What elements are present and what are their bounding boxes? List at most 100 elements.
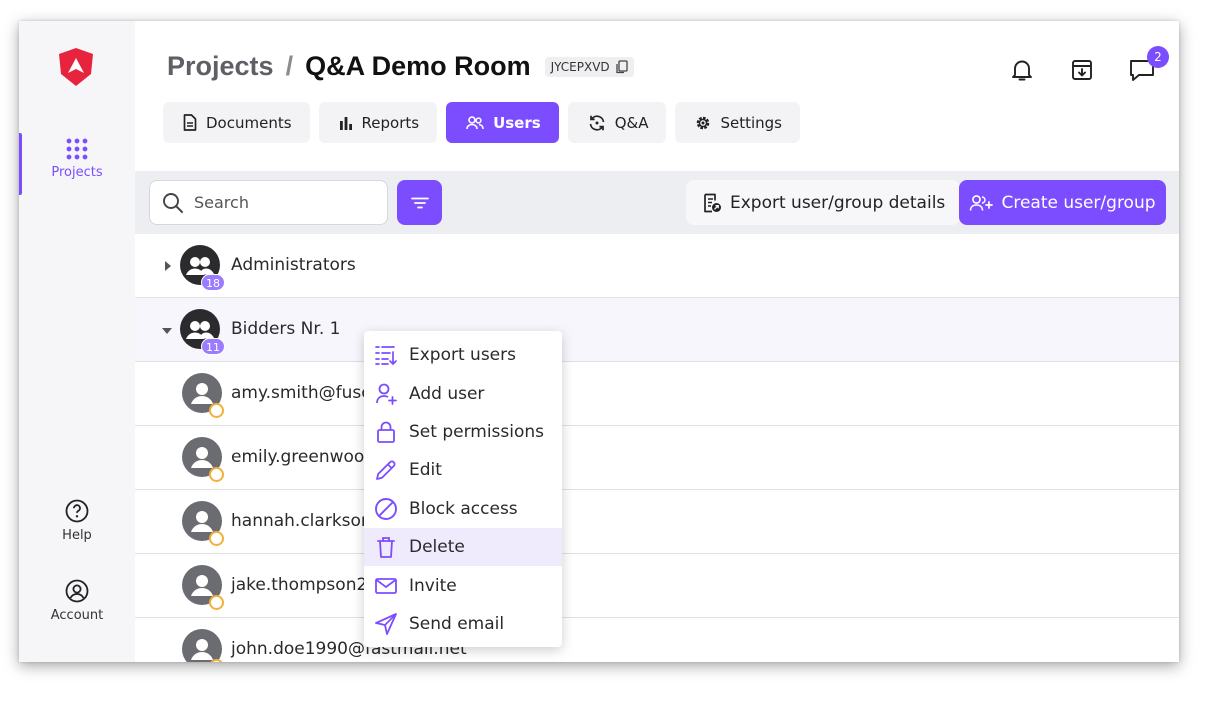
tab-users-label: Users — [493, 113, 541, 132]
export-details-label: Export user/group details — [730, 192, 946, 213]
menu-send-email[interactable]: Send email — [364, 605, 562, 643]
menu-edit-label: Edit — [409, 460, 442, 481]
user-row[interactable]: amy.smith@fuse — [135, 362, 1179, 426]
menu-add-user[interactable]: Add user — [364, 374, 562, 412]
breadcrumb-separator: / — [285, 51, 294, 81]
document-icon — [183, 114, 197, 131]
add-user-icon — [376, 383, 397, 405]
pending-status-dot — [209, 403, 224, 418]
menu-invite[interactable]: Invite — [364, 566, 562, 604]
member-count-badge: 18 — [201, 274, 225, 291]
export-list-icon — [375, 346, 397, 366]
rail-item-account[interactable]: Account — [19, 579, 135, 623]
tab-documents[interactable]: Documents — [163, 102, 310, 143]
archive-download-icon — [1072, 60, 1092, 80]
user-email: emily.greenwood — [231, 447, 376, 467]
rail-item-help[interactable]: Help — [19, 499, 135, 543]
group-row[interactable]: 11 Bidders Nr. 1 — [135, 298, 1179, 362]
menu-edit[interactable]: Edit — [364, 451, 562, 489]
search-input[interactable] — [194, 193, 364, 212]
user-email: jake.thompson20 — [231, 575, 379, 595]
pencil-icon — [376, 460, 396, 481]
tab-bar: Documents Reports Users Q&A Settings — [163, 102, 800, 143]
user-row[interactable]: emily.greenwood — [135, 426, 1179, 490]
rail-item-projects[interactable]: Projects — [19, 133, 135, 195]
pending-status-dot — [209, 467, 224, 482]
left-rail: Projects Help Account — [19, 21, 135, 662]
menu-add-user-label: Add user — [409, 383, 485, 404]
member-count-badge: 11 — [201, 338, 225, 355]
bar-chart-icon — [339, 116, 352, 130]
export-document-icon — [704, 193, 721, 212]
export-details-button[interactable]: Export user/group details — [686, 180, 961, 225]
account-icon — [65, 579, 89, 603]
users-icon — [466, 115, 484, 129]
tab-documents-label: Documents — [206, 113, 292, 132]
brand-logo[interactable] — [56, 46, 96, 88]
copy-icon[interactable] — [615, 59, 628, 74]
caret-down-icon[interactable] — [162, 327, 172, 335]
pending-status-dot — [209, 531, 224, 546]
block-icon — [375, 497, 397, 520]
users-list: 18 Administrators 11 Bidders Nr. 1 amy.s… — [135, 234, 1179, 662]
user-avatar — [182, 629, 222, 662]
group-row[interactable]: 18 Administrators — [135, 234, 1179, 298]
active-indicator — [19, 133, 22, 195]
search-icon — [163, 192, 183, 213]
create-user-group-button[interactable]: Create user/group — [959, 180, 1166, 225]
menu-set-permissions[interactable]: Set permissions — [364, 413, 562, 451]
rail-help-label: Help — [62, 528, 92, 543]
grid-dots-icon — [66, 138, 88, 160]
messages-button[interactable]: 2 — [1127, 46, 1169, 85]
notifications-button[interactable] — [1007, 55, 1037, 85]
tab-qa-label: Q&A — [614, 113, 649, 132]
header-actions: 2 — [1007, 46, 1169, 85]
menu-export-users[interactable]: Export users — [364, 336, 562, 374]
filter-button[interactable] — [397, 180, 442, 225]
group-context-menu: Export users Add user Set permissions Ed… — [364, 331, 562, 647]
menu-delete-label: Delete — [409, 537, 465, 558]
user-email: hannah.clarksone — [231, 511, 383, 531]
gear-icon — [697, 116, 710, 129]
downloads-button[interactable] — [1067, 55, 1097, 85]
lock-icon — [377, 421, 395, 443]
mail-icon — [375, 577, 397, 594]
room-code-text: JYCEPXVD — [550, 59, 610, 74]
breadcrumb-projects-link[interactable]: Projects — [167, 51, 274, 82]
menu-export-users-label: Export users — [409, 345, 516, 366]
messages-count-badge: 2 — [1147, 46, 1169, 68]
page-header: Projects / Q&A Demo Room JYCEPXVD 2 Docu… — [135, 21, 1179, 171]
tab-users[interactable]: Users — [446, 102, 559, 143]
pending-status-dot — [209, 595, 224, 610]
menu-block-access-label: Block access — [409, 498, 518, 519]
menu-delete[interactable]: Delete — [364, 527, 562, 567]
group-name: Bidders Nr. 1 — [231, 319, 341, 339]
app-window: Projects Help Account Projects / Q&A Dem… — [19, 21, 1179, 662]
menu-send-email-label: Send email — [409, 613, 505, 634]
tab-settings[interactable]: Settings — [675, 102, 800, 143]
trash-icon — [377, 537, 395, 559]
help-icon — [65, 499, 89, 523]
send-icon — [375, 613, 397, 635]
user-icon — [191, 639, 213, 660]
caret-right-icon[interactable] — [164, 261, 172, 271]
tab-settings-label: Settings — [720, 113, 782, 132]
user-email: amy.smith@fuse — [231, 383, 372, 403]
tab-reports[interactable]: Reports — [318, 102, 438, 143]
filter-icon — [410, 197, 429, 208]
user-row[interactable]: john.doe1990@fastmail.net — [135, 618, 1179, 662]
room-code-chip[interactable]: JYCEPXVD — [544, 56, 634, 77]
menu-invite-label: Invite — [409, 575, 457, 596]
user-row[interactable]: jake.thompson20 — [135, 554, 1179, 618]
rail-projects-label: Projects — [51, 165, 103, 180]
add-users-icon — [970, 194, 994, 211]
bell-icon — [1012, 60, 1032, 81]
group-name: Administrators — [231, 255, 356, 275]
tab-reports-label: Reports — [361, 113, 420, 132]
create-user-group-label: Create user/group — [1001, 192, 1156, 213]
tab-qa[interactable]: Q&A — [567, 102, 667, 143]
users-toolbar: Export user/group details Create user/gr… — [135, 171, 1179, 234]
search-box — [149, 180, 388, 225]
menu-block-access[interactable]: Block access — [364, 490, 562, 528]
user-row[interactable]: hannah.clarksone — [135, 490, 1179, 554]
